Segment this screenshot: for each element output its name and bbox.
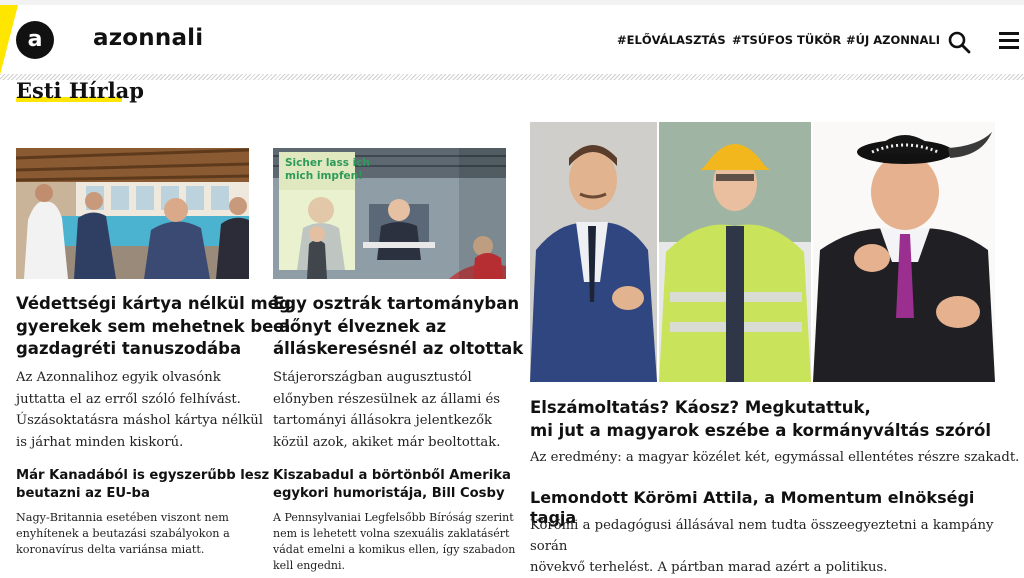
header-divider: [0, 74, 1024, 80]
nav-item-elovalasztas[interactable]: #ELŐVÁLASZTÁS: [617, 33, 726, 47]
secondary-1-lead-line-2: enyhítenek a beutazási szabályokon a: [16, 527, 230, 540]
secondary-1-lead-line-3: koronavírus delta variánsa miatt.: [16, 543, 205, 556]
nav-item-uj-azonnali[interactable]: #ÚJ AZONNALI: [846, 33, 940, 47]
photo-three-politicians: [530, 122, 995, 382]
article-1-lead-line-1: Az Azonnalihoz egyik olvasónk: [16, 370, 221, 385]
poster-text-line-1: Sicher lass ich: [285, 157, 370, 169]
secondary-2-lead-line-4: kell engedni.: [273, 559, 345, 572]
secondary-2-lead-line-3: vádat emelni a komikus ellen, így szabad…: [273, 543, 516, 556]
article-2-lead: Stájerországban augusztustól előnyben ré…: [273, 367, 500, 453]
site-wordmark[interactable]: azonnali: [93, 25, 203, 51]
photo-press-conference: Sicher lass ich mich impfen!: [273, 148, 506, 279]
article-1-headline-line-2: gyerekek sem mehetnek be a: [16, 316, 291, 336]
secondary-2-lead: A Pennsylvaniai Legfelsőbb Bíróság szeri…: [273, 510, 515, 574]
article-1-lead-line-2: juttatta el az erről szóló felhívást.: [16, 391, 241, 407]
poster-text-line-2: mich impfen!: [285, 170, 363, 182]
site-header: a azonnali #ELŐVÁLASZTÁS #TSÚFOS TÜKÖR #…: [0, 5, 1024, 75]
article-2-headline-line-2: előnyt élveznek az: [273, 316, 447, 336]
secondary-1-headline[interactable]: Már Kanadából is egyszerűbb lesz beutazn…: [16, 467, 269, 503]
article-2-lead-line-2: előnyben részesülnek az állami és: [273, 391, 501, 407]
secondary-1-lead: Nagy-Britannia esetében viszont nem enyh…: [16, 510, 230, 558]
secondary-3-lead-line-2: növekvő terhelést. A pártban marad azért…: [530, 560, 888, 575]
article-3-headline-line-1: Elszámoltatás? Káosz? Megkutattuk,: [530, 398, 871, 417]
article-1-headline-line-3: gazdagréti tanuszodába: [16, 339, 242, 358]
article-2-lead-line-3: tartományi állásokra jelentkezők: [273, 413, 493, 428]
hamburger-menu-icon[interactable]: [999, 32, 1021, 50]
article-3-image[interactable]: [530, 122, 995, 382]
article-2-lead-line-1: Stájerországban augusztustól: [273, 370, 472, 385]
article-3-headline-line-2: mi jut a magyarok eszébe a kormányváltás…: [530, 420, 992, 440]
article-1-image[interactable]: [16, 148, 249, 279]
article-1-lead: Az Azonnalihoz egyik olvasónk juttatta e…: [16, 367, 263, 453]
secondary-3-lead-line-1: Körömi a pedagógusi állásával nem tudta …: [530, 518, 994, 554]
article-1-lead-line-3: Úszásoktatásra máshol kártya nélkül: [16, 413, 263, 428]
secondary-2-lead-line-1: A Pennsylvaniai Legfelsőbb Bíróság szeri…: [273, 511, 514, 524]
site-logo[interactable]: a: [16, 21, 54, 59]
secondary-2-lead-line-2: nem is lehetett volna szexuális zaklatás…: [273, 527, 510, 540]
article-2-headline-line-3: álláskeresésnél az oltottak: [273, 339, 524, 358]
article-2-image[interactable]: Sicher lass ich mich impfen!: [273, 148, 506, 279]
article-1-lead-line-4: is járhat minden kiskorú.: [16, 434, 184, 450]
secondary-1-headline-line-1: Már Kanadából is egyszerűbb lesz: [16, 468, 270, 483]
article-3-lead: Az eredmény: a magyar közélet két, egymá…: [530, 450, 1020, 465]
secondary-2-headline-line-2: egykori humoristája, Bill Cosby: [273, 486, 505, 501]
article-2-headline-line-1: Egy osztrák tartományban: [273, 294, 520, 313]
article-2-lead-line-4: közül azok, akiket már beoltottak.: [273, 434, 501, 450]
secondary-3-lead: Körömi a pedagógusi állásával nem tudta …: [530, 515, 1024, 578]
article-2-headline[interactable]: Egy osztrák tartományban előnyt élveznek…: [273, 293, 523, 361]
article-1-headline[interactable]: Védettségi kártya nélkül még gyerekek se…: [16, 293, 291, 361]
secondary-2-headline[interactable]: Kiszabadul a börtönből Amerika egykori h…: [273, 467, 511, 503]
secondary-1-lead-line-1: Nagy-Britannia esetében viszont nem: [16, 511, 229, 524]
logo-mark: a: [27, 27, 43, 52]
article-1-headline-line-1: Védettségi kártya nélkül még: [16, 294, 291, 313]
search-icon[interactable]: [947, 30, 971, 54]
section-title: Esti Hírlap: [16, 78, 144, 103]
secondary-2-headline-line-1: Kiszabadul a börtönből Amerika: [273, 468, 511, 483]
secondary-1-headline-line-2: beutazni az EU-ba: [16, 486, 150, 501]
nav-item-tsufos-tukor[interactable]: #TSÚFOS TÜKÖR: [732, 33, 841, 47]
photo-swimming-pool-meeting: [16, 148, 249, 279]
article-3-headline[interactable]: Elszámoltatás? Káosz? Megkutattuk, mi ju…: [530, 397, 991, 442]
